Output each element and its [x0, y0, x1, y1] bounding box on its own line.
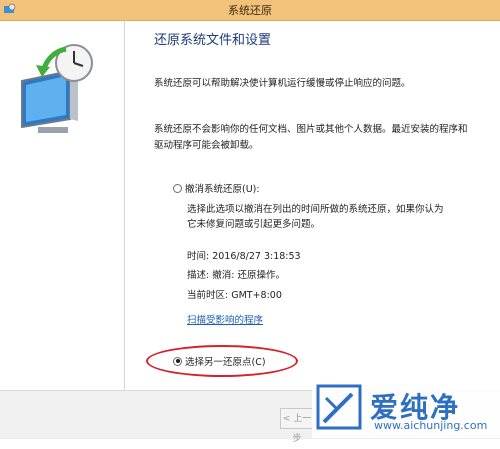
scan-affected-programs-link[interactable]: 扫描受影响的程序: [187, 312, 263, 326]
undo-restore-option[interactable]: 撤消系统还原(U):: [173, 181, 260, 195]
note-text: 系统还原不会影响你的任何文档、图片或其他个人数据。最近安装的程序和驱动程序可能会…: [154, 124, 468, 151]
choose-restore-point-option[interactable]: 选择另一还原点(C): [173, 354, 266, 368]
current-timezone: 当前时区: GMT+8:00: [187, 290, 282, 301]
watermark-logo-icon: [316, 384, 362, 430]
content-panel: 还原系统文件和设置 系统还原可以帮助解决使计算机运行缓慢或停止响应的问题。 系统…: [124, 21, 500, 390]
page-title: 还原系统文件和设置: [154, 33, 272, 48]
window-title: 系统还原: [228, 4, 272, 17]
watermark-url: www.aichunjing.com: [374, 419, 488, 432]
undo-description: 选择此选项以撤消在列出的时间所做的系统还原，如果你认为它未修复问题或引起更多问题…: [187, 204, 444, 230]
title-bar: 系统还原: [0, 0, 500, 21]
undo-restore-radio[interactable]: [173, 183, 182, 193]
choose-restore-point-radio[interactable]: [173, 356, 182, 366]
restore-time: 时间: 2016/8/27 3:18:53: [187, 251, 301, 262]
side-panel: [0, 21, 124, 390]
watermark: 爱纯净 www.aichunjing.com: [312, 380, 500, 438]
previous-button[interactable]: < 上一步: [280, 408, 314, 444]
choose-restore-point-label[interactable]: 选择另一还原点(C): [185, 354, 266, 368]
intro-text: 系统还原可以帮助解决使计算机运行缓慢或停止响应的问题。: [154, 78, 411, 89]
system-restore-icon: [21, 44, 93, 133]
restore-description: 描述: 撤消: 还原操作。: [187, 270, 285, 281]
undo-restore-label[interactable]: 撤消系统还原(U):: [185, 181, 260, 195]
